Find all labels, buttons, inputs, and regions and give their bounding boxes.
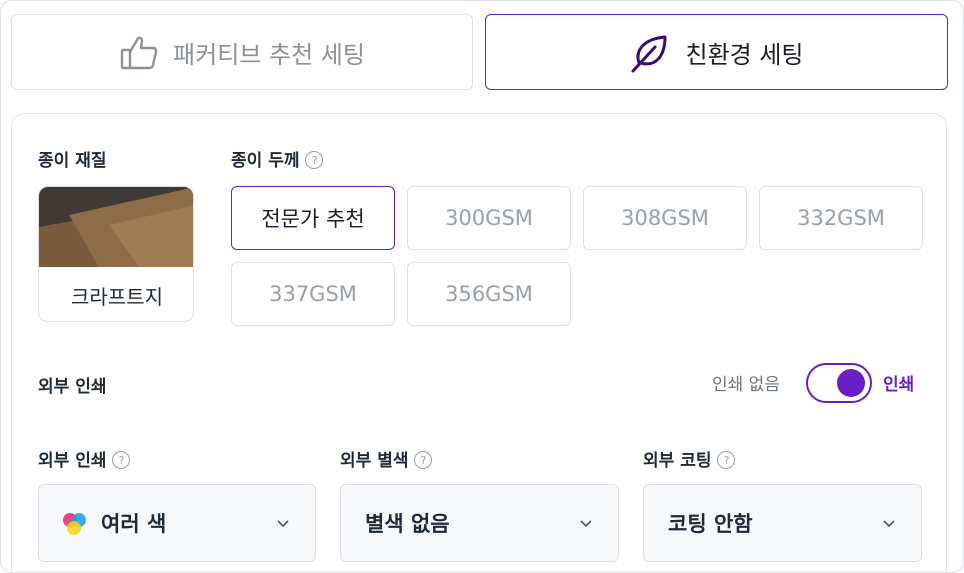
tab-label: 친환경 세팅 — [685, 40, 804, 69]
select-value: 코팅 안함 — [668, 512, 753, 536]
paper-thickness-label: 종이 두께? — [231, 146, 324, 171]
tab-eco-setting[interactable]: 친환경 세팅 — [485, 14, 948, 90]
toggle-off-label[interactable]: 인쇄 없음 — [712, 370, 780, 395]
paper-card-kraft[interactable]: 크라프트지 — [38, 186, 194, 322]
select-value: 여러 색 — [101, 512, 167, 536]
external-print-toggle[interactable] — [806, 363, 872, 403]
thickness-option-332gsm[interactable]: 332GSM — [759, 186, 923, 250]
leaf-icon — [629, 31, 671, 73]
tab-label: 패커티브 추천 세팅 — [173, 40, 365, 69]
external-print-select-label: 외부 인쇄? — [38, 446, 131, 471]
external-coating-select[interactable]: 코팅 안함 — [643, 484, 922, 562]
thickness-option-308gsm[interactable]: 308GSM — [583, 186, 747, 250]
thickness-option-356gsm[interactable]: 356GSM — [407, 262, 571, 326]
paper-material-label: 종이 재질 — [38, 151, 107, 171]
tab-recommended-setting[interactable]: 패커티브 추천 세팅 — [11, 14, 473, 90]
question-circle-icon[interactable]: ? — [112, 451, 131, 469]
chevron-down-icon — [580, 520, 592, 528]
external-print-label: 외부 인쇄 — [38, 377, 107, 397]
thickness-option-300gsm[interactable]: 300GSM — [407, 186, 571, 250]
settings-frame: 패커티브 추천 세팅 친환경 세팅 종이 재질 종이 두께? 크라프트지 전문가… — [0, 0, 964, 573]
kraft-paper-thumbnail — [39, 187, 193, 267]
question-circle-icon[interactable]: ? — [717, 451, 736, 469]
paper-name: 크라프트지 — [71, 284, 163, 309]
question-circle-icon[interactable]: ? — [305, 151, 324, 169]
thickness-option-337gsm[interactable]: 337GSM — [231, 262, 395, 326]
multi-color-dots-icon — [63, 511, 91, 535]
select-value: 별색 없음 — [365, 512, 450, 536]
question-circle-icon[interactable]: ? — [414, 451, 433, 469]
thumbs-up-icon — [119, 32, 159, 72]
toggle-knob — [837, 369, 865, 397]
external-spot-color-label: 외부 별색? — [340, 446, 433, 471]
toggle-on-label[interactable]: 인쇄 — [883, 370, 914, 395]
external-print-select[interactable]: 여러 색 — [38, 484, 316, 562]
external-coating-label: 외부 코팅? — [643, 446, 736, 471]
settings-panel: 종이 재질 종이 두께? 크라프트지 전문가 추천 300GSM 308GSM … — [11, 113, 947, 572]
chevron-down-icon — [277, 520, 289, 528]
external-spot-color-select[interactable]: 별색 없음 — [340, 484, 619, 562]
chevron-down-icon — [883, 520, 895, 528]
thickness-option-expert[interactable]: 전문가 추천 — [231, 186, 395, 250]
